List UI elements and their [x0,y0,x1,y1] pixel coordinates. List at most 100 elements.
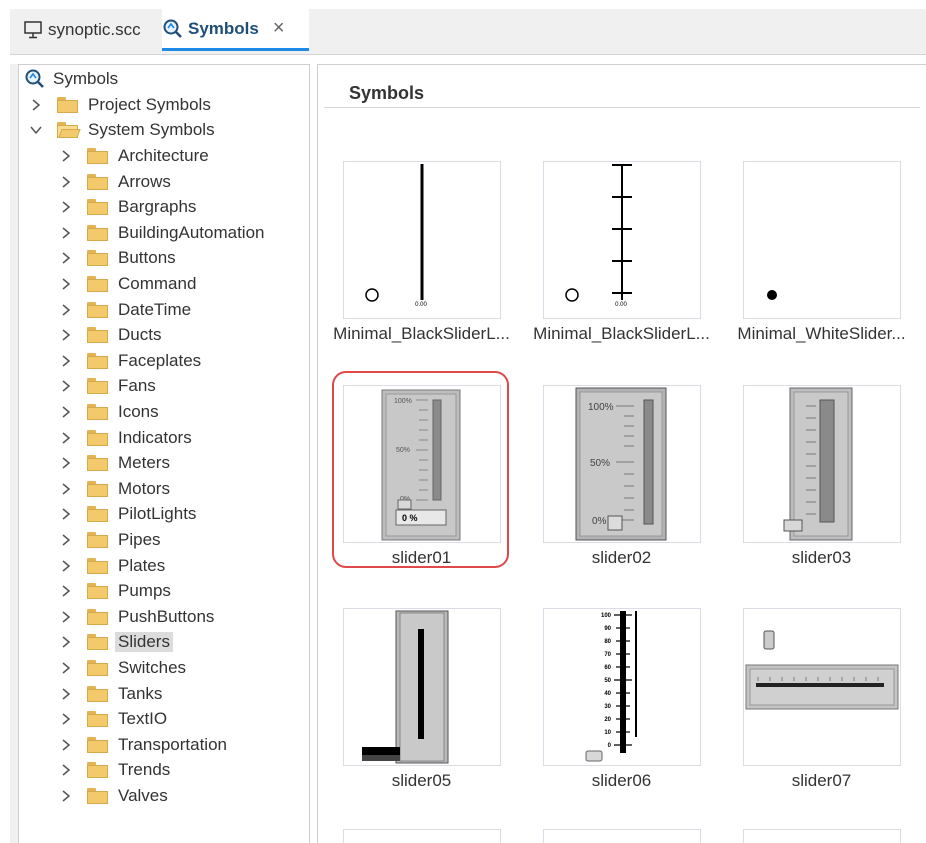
tree-item-buttons[interactable]: Buttons [59,246,176,270]
symbol-label: Minimal_BlackSliderL... [533,324,710,343]
tab-synoptic[interactable]: synoptic.scc [22,9,154,51]
symbol-cell[interactable]: Minimal_WhiteSlider... [718,161,918,361]
tree-item-transportation[interactable]: Transportation [59,733,227,757]
symbols-search-icon [25,69,47,89]
symbol-thumbnail-partial[interactable] [743,829,901,843]
chevron-right-icon[interactable] [59,456,73,470]
chevron-right-icon[interactable] [59,226,73,240]
chevron-right-icon[interactable] [59,175,73,189]
scale-label: 10 [604,730,611,736]
chevron-right-icon[interactable] [59,277,73,291]
tree-item-label: Bargraphs [118,197,197,217]
folder-icon [87,301,109,318]
folder-icon [87,429,109,446]
chevron-right-icon[interactable] [59,431,73,445]
chevron-right-icon[interactable] [59,661,73,675]
tree-item-tanks[interactable]: Tanks [59,682,162,706]
tree-item-pushbuttons[interactable]: PushButtons [59,605,214,629]
scale-label: 100 [601,613,612,619]
chevron-right-icon[interactable] [59,763,73,777]
chevron-right-icon[interactable] [59,533,73,547]
tree-item-command[interactable]: Command [59,272,196,296]
symbol-cell[interactable]: slider05 [318,608,518,808]
tree-item-label: Meters [118,453,170,473]
symbol-thumbnail-partial[interactable] [343,829,501,843]
folder-icon [87,788,109,804]
chevron-right-icon[interactable] [59,712,73,726]
chevron-right-icon[interactable] [59,789,73,803]
scale-label: 50 [604,678,611,684]
chevron-right-icon[interactable] [59,251,73,265]
folder-icon [87,685,109,702]
symbol-thumbnail [343,608,501,766]
chevron-right-icon[interactable] [59,405,73,419]
tree-item-label: Project Symbols [88,95,211,114]
tree-item-bargraphs[interactable]: Bargraphs [59,195,196,219]
chevron-right-icon[interactable] [59,584,73,598]
panel-menu-icon[interactable]: ⋮ [920,65,926,79]
tree-item-switches[interactable]: Switches [59,656,186,680]
tree-item-label: DateTime [118,299,192,319]
symbols-gallery: Symbols ⋮ 0.00 Minimal_BlackSliderL... 0… [317,64,926,843]
chevron-right-icon[interactable] [29,98,43,112]
tree-item-faceplates[interactable]: Faceplates [59,349,201,373]
chevron-right-icon[interactable] [59,303,73,317]
tab-symbols[interactable]: Symbols × [162,9,309,51]
tree-item-icons[interactable]: Icons [59,400,159,424]
folder-icon [87,480,109,497]
close-tab-button[interactable]: × [273,17,285,40]
panel-title: Symbols [349,83,425,103]
tree-item-label: Motors [118,478,170,498]
chevron-right-icon[interactable] [59,738,73,752]
chevron-right-icon[interactable] [59,354,73,368]
chevron-right-icon[interactable] [59,687,73,701]
folder-icon [87,455,109,472]
tree-item-pumps[interactable]: Pumps [59,579,171,603]
tree-item-datetime[interactable]: DateTime [59,298,191,322]
tree-item-textio[interactable]: TextIO [59,707,167,731]
chevron-right-icon[interactable] [59,379,73,393]
chevron-right-icon[interactable] [59,200,73,214]
tree-item-label: Trends [118,760,171,780]
tree-item-system-symbols[interactable]: System Symbols [29,118,215,142]
symbol-cell[interactable]: 0.00 Minimal_BlackSliderL... [518,161,718,361]
tree-item-ducts[interactable]: Ducts [59,323,161,347]
tree-item-buildingautomation[interactable]: BuildingAutomation [59,221,264,245]
symbol-cell[interactable]: 0.00 Minimal_BlackSliderL... [318,161,518,361]
symbol-cell[interactable]: slider03 [718,385,918,585]
tree-item-pilotlights[interactable]: PilotLights [59,502,196,526]
chevron-down-icon[interactable] [29,123,43,137]
tree-item-project-symbols[interactable]: Project Symbols [29,93,211,117]
tree-item-architecture[interactable]: Architecture [59,144,209,168]
chevron-right-icon[interactable] [59,328,73,342]
tree-item-trends[interactable]: Trends [59,758,170,782]
slider-readout: 0.00 [415,302,427,308]
symbol-cell[interactable]: 100 90 80 70 60 50 40 30 20 10 0 slider0… [518,608,718,808]
scale-label: 30 [604,704,611,710]
tree-item-motors[interactable]: Motors [59,477,170,501]
tree-item-valves[interactable]: Valves [59,784,168,808]
tree-item-pipes[interactable]: Pipes [59,528,161,552]
tree-item-fans[interactable]: Fans [59,374,156,398]
symbol-thumbnail-partial[interactable] [543,829,701,843]
chevron-right-icon[interactable] [59,635,73,649]
symbols-tree: Symbols Project Symbols System Symbols A… [18,64,310,843]
tree-item-plates[interactable]: Plates [59,554,165,578]
tree-item-indicators[interactable]: Indicators [59,426,192,450]
tree-item-arrows[interactable]: Arrows [59,170,171,194]
chevron-right-icon[interactable] [59,482,73,496]
chevron-right-icon[interactable] [59,507,73,521]
tree-item-sliders[interactable]: Sliders [59,630,173,654]
tree-item-label: Pumps [118,581,171,601]
tree-root[interactable]: Symbols [25,67,118,91]
chevron-right-icon[interactable] [59,610,73,624]
tree-item-meters[interactable]: Meters [59,451,170,475]
symbol-label: slider05 [391,771,452,790]
symbol-cell[interactable]: slider07 [718,608,918,808]
tree-item-label: Command [118,274,197,293]
tree-item-label: Switches [118,658,187,677]
scale-label: 40 [604,691,611,697]
chevron-right-icon[interactable] [59,559,73,573]
chevron-right-icon[interactable] [59,149,73,163]
symbol-cell[interactable]: 100% 50% 0% slider02 [518,385,718,585]
